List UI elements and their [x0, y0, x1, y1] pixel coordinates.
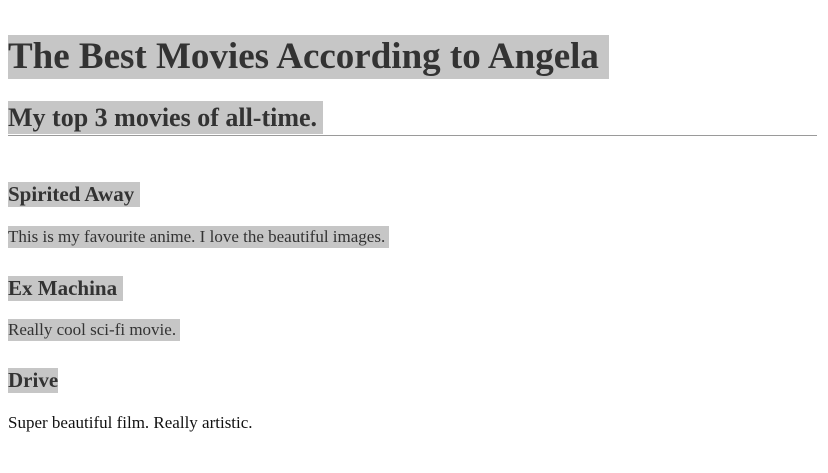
movie-title-ex-machina: Ex Machina: [8, 276, 124, 301]
page-title: The Best Movies According to Angela: [8, 34, 609, 79]
movie-description-drive: Super beautiful film. Really artistic.: [8, 413, 253, 432]
movie-description-ex-machina: Really cool sci-fi movie.: [8, 319, 181, 341]
movie-description-spirited-away: This is my favourite anime. I love the b…: [8, 226, 390, 248]
horizontal-divider: [8, 135, 817, 136]
movie-title-drive: Drive: [8, 368, 59, 393]
page-subtitle: My top 3 movies of all-time.: [8, 100, 324, 134]
movie-title-spirited-away: Spirited Away: [8, 182, 141, 207]
